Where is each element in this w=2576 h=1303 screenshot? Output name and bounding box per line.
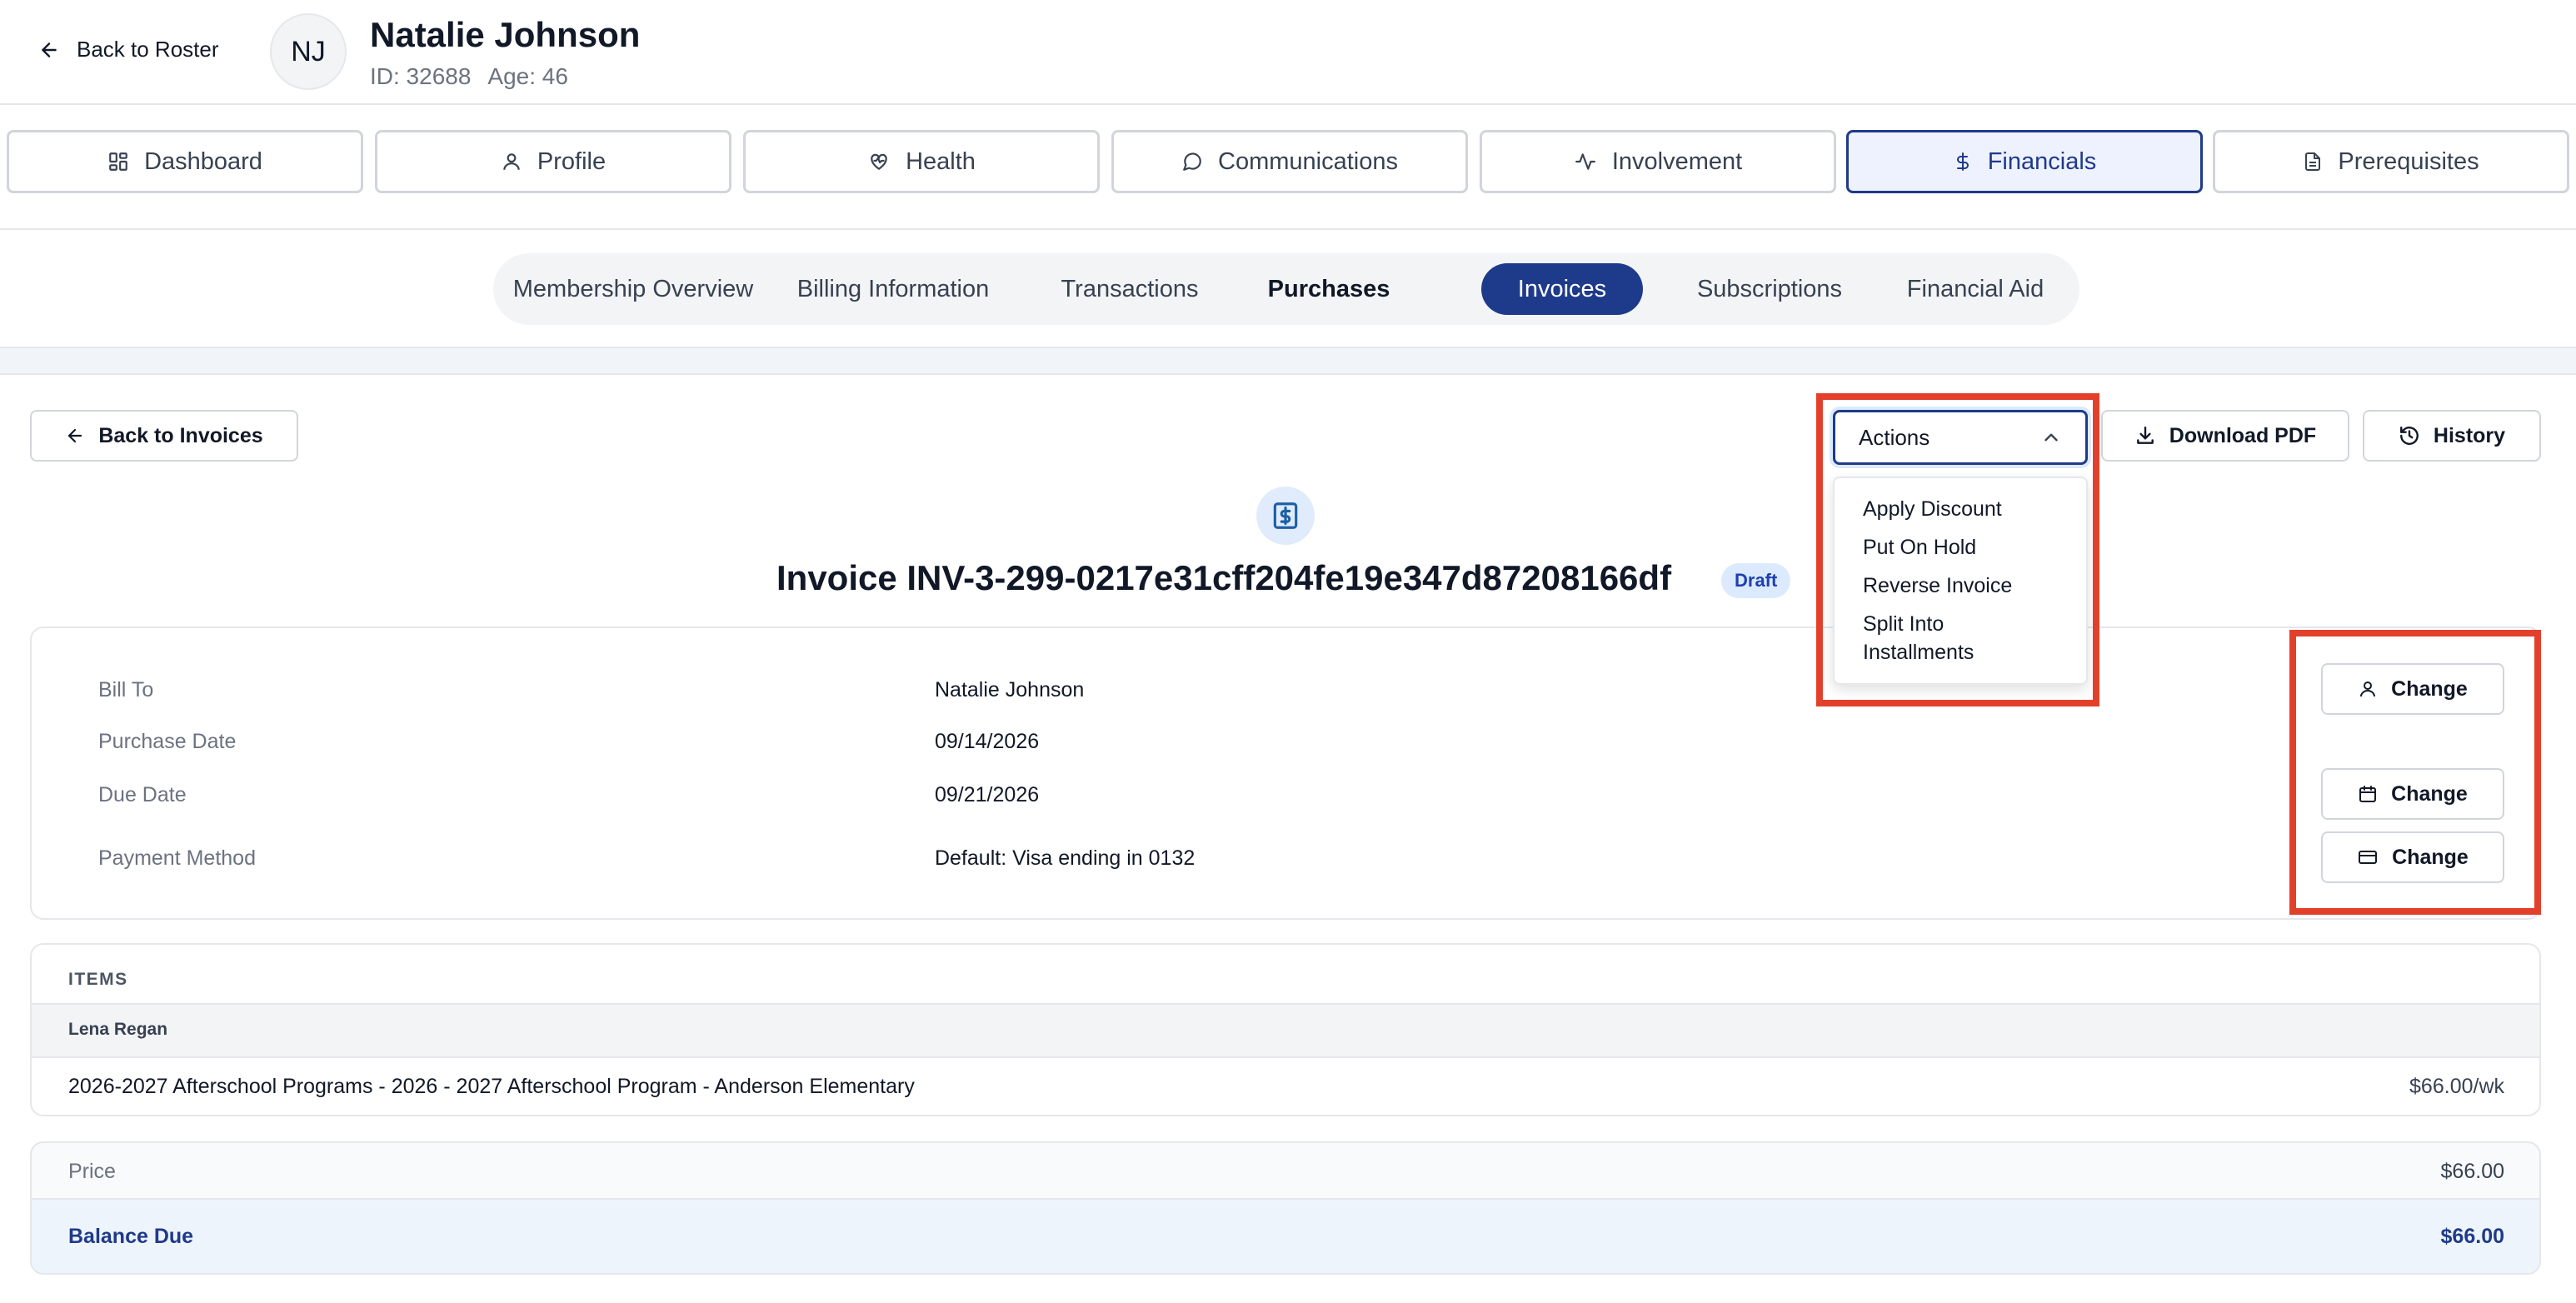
member-header: Back to Roster NJ Natalie Johnson ID: 32…: [0, 0, 2576, 105]
payment-method-label: Payment Method: [98, 846, 256, 870]
change-label: Change: [2391, 781, 2468, 806]
tab-label: Communications: [1218, 147, 1398, 175]
tab-involvement[interactable]: Involvement: [1480, 130, 1836, 193]
tab-label: Dashboard: [144, 147, 262, 175]
heart-pulse-icon: [867, 151, 891, 172]
member-name: Natalie Johnson: [370, 15, 641, 54]
member-id: ID: 32688: [370, 63, 472, 89]
sub-tab-bar: Membership Overview Billing Information …: [493, 253, 2079, 325]
section-divider: [0, 348, 2576, 373]
download-pdf-label: Download PDF: [2169, 423, 2317, 447]
actions-dropdown[interactable]: Actions: [1833, 410, 2088, 465]
calendar-icon: [2358, 784, 2378, 804]
price-label: Price: [68, 1160, 116, 1183]
activity-icon: [1574, 151, 1597, 172]
chevron-up-icon: [2040, 427, 2062, 448]
due-date-value: 09/21/2026: [935, 783, 1040, 806]
purchase-date-label: Purchase Date: [98, 730, 237, 753]
arrow-left-icon: [65, 426, 85, 446]
tab-financials[interactable]: Financials: [1846, 130, 2203, 193]
history-label: History: [2433, 423, 2506, 447]
menu-item-put-on-hold[interactable]: Put On Hold: [1835, 528, 2086, 567]
subtab-subscriptions[interactable]: Subscriptions: [1671, 263, 1868, 315]
tab-communications[interactable]: Communications: [1111, 130, 1468, 193]
chat-bubble-icon: [1181, 151, 1203, 172]
tab-profile[interactable]: Profile: [375, 130, 731, 193]
totals-card: Price $66.00 Balance Due $66.00: [30, 1141, 2541, 1275]
change-label: Change: [2391, 676, 2468, 701]
back-to-roster-button[interactable]: Back to Roster: [38, 37, 219, 62]
subtab-invoices[interactable]: Invoices: [1481, 263, 1643, 315]
status-badge: Draft: [1721, 563, 1791, 598]
change-due-date-button[interactable]: Change: [2321, 768, 2504, 820]
tab-label: Prerequisites: [2338, 147, 2479, 175]
due-date-label: Due Date: [98, 783, 187, 806]
main-tab-bar: Dashboard Profile Health Communications …: [0, 105, 2576, 230]
change-bill-to-button[interactable]: Change: [2321, 663, 2504, 715]
financials-sub-nav: Membership Overview Billing Information …: [0, 230, 2576, 348]
back-to-invoices-button[interactable]: Back to Invoices: [30, 410, 298, 462]
items-heading: ITEMS: [68, 970, 128, 989]
item-price: $66.00/wk: [2409, 1075, 2504, 1098]
document-icon: [2303, 150, 2323, 173]
back-to-roster-label: Back to Roster: [77, 37, 219, 62]
member-meta: ID: 32688 Age: 46: [370, 63, 568, 90]
download-icon: [2134, 425, 2156, 447]
change-payment-method-button[interactable]: Change: [2321, 831, 2504, 883]
actions-label: Actions: [1859, 424, 1930, 450]
payment-method-value: Default: Visa ending in 0132: [935, 846, 1196, 870]
item-group-row: Lena Regan: [32, 1003, 2539, 1058]
user-icon: [501, 151, 522, 172]
history-button[interactable]: History: [2363, 410, 2541, 462]
arrow-left-icon: [38, 39, 60, 61]
change-label: Change: [2392, 845, 2469, 869]
avatar: NJ: [270, 13, 347, 90]
tab-label: Profile: [537, 147, 607, 175]
invoice-details-card: Bill To Natalie Johnson Purchase Date 09…: [30, 627, 2541, 920]
user-icon: [2358, 679, 2378, 699]
tab-prerequisites[interactable]: Prerequisites: [2213, 130, 2569, 193]
items-card: ITEMS Lena Regan 2026-2027 Afterschool P…: [30, 943, 2541, 1116]
purchase-date-value: 09/14/2026: [935, 730, 1040, 753]
subtab-financial-aid[interactable]: Financial Aid: [1886, 263, 2064, 315]
subtab-billing-information[interactable]: Billing Information: [768, 263, 1018, 315]
back-to-invoices-label: Back to Invoices: [98, 423, 263, 447]
tab-dashboard[interactable]: Dashboard: [7, 130, 363, 193]
subtab-purchases[interactable]: Purchases: [1243, 263, 1415, 315]
menu-item-apply-discount[interactable]: Apply Discount: [1835, 490, 2086, 528]
price-value: $66.00: [2440, 1160, 2504, 1183]
invoice-dollar-icon: [1256, 487, 1315, 545]
dollar-icon: [1953, 150, 1973, 173]
history-icon: [2399, 425, 2420, 447]
download-pdf-button[interactable]: Download PDF: [2101, 410, 2349, 462]
invoice-title: Invoice INV-3-299-0217e31cff204fe19e347d…: [776, 558, 1672, 597]
avatar-initials: NJ: [291, 35, 326, 67]
credit-card-icon: [2357, 847, 2379, 867]
item-description: 2026-2027 Afterschool Programs - 2026 - …: [68, 1075, 915, 1098]
menu-item-reverse-invoice[interactable]: Reverse Invoice: [1835, 567, 2086, 605]
bill-to-value: Natalie Johnson: [935, 678, 1085, 701]
balance-due-label: Balance Due: [68, 1225, 194, 1248]
subtab-membership-overview[interactable]: Membership Overview: [512, 263, 755, 315]
subtab-transactions[interactable]: Transactions: [1031, 263, 1228, 315]
balance-due-value: $66.00: [2440, 1225, 2504, 1248]
member-age: Age: 46: [487, 63, 568, 89]
tab-label: Involvement: [1611, 147, 1743, 175]
actions-menu: Apply Discount Put On Hold Reverse Invoi…: [1833, 477, 2088, 685]
tab-label: Health: [906, 147, 976, 175]
balance-due-row: Balance Due $66.00: [32, 1198, 2539, 1273]
bill-to-label: Bill To: [98, 678, 154, 701]
menu-item-split-into-installments[interactable]: Split Into Installments: [1835, 605, 2001, 671]
tab-health[interactable]: Health: [743, 130, 1100, 193]
item-group-name: Lena Regan: [68, 1020, 168, 1039]
dashboard-grid-icon: [107, 151, 129, 172]
tab-label: Financials: [1987, 147, 2097, 175]
